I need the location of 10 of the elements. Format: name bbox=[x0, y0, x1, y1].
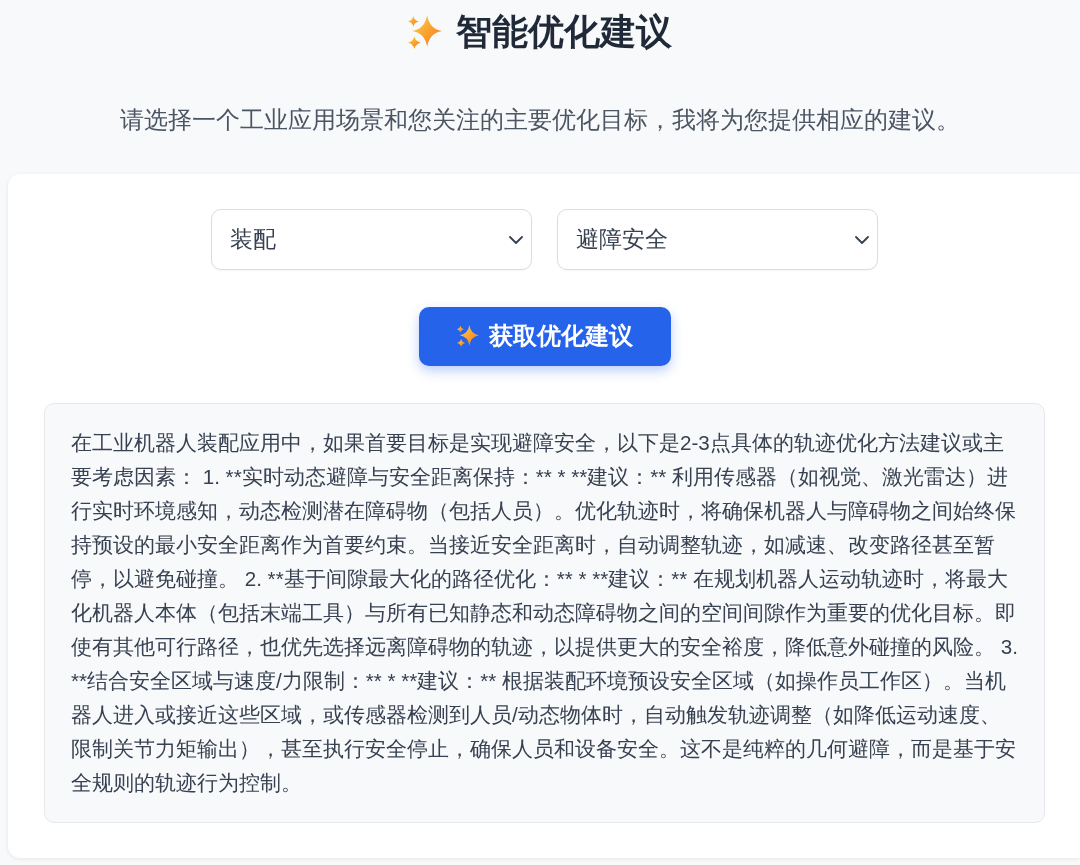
page-subtitle: 请选择一个工业应用场景和您关注的主要优化目标，我将为您提供相应的建议。 bbox=[119, 106, 961, 135]
goal-select[interactable]: 避障安全 bbox=[557, 208, 878, 270]
page-title: 智能优化建议 bbox=[456, 10, 672, 54]
get-suggestions-button[interactable]: 获取优化建议 bbox=[418, 306, 671, 366]
sparkles-icon bbox=[456, 325, 479, 348]
scenario-select[interactable]: 装配 bbox=[211, 208, 532, 270]
chevron-down-icon bbox=[855, 235, 869, 244]
chevron-down-icon bbox=[509, 235, 523, 244]
sparkles-icon bbox=[408, 15, 442, 49]
result-text: 在工业机器人装配应用中，如果首要目标是实现避障安全，以下是2-3点具体的轨迹优化方法建议或主要考虑因素： 1. **实时动态避障与安全距离保持：** * **建议：** 利用传感器（如视觉、激光雷达）进行实时环境感知，动态检测潜在障碍物（包括人员）。优化轨迹时，将确保机器人与障碍物之间始终保持预设的最小安全距离作为首要约束。当接近安全距离时，自动调整轨迹，如减速、改变路径甚至暂停，以避免碰撞。 2. **基于间隙最大化的路径优化：** * **建议：** 在规划机器人运动轨迹时，将最大化机器人本体（包括末端工具）与所有已知静态和动态障碍物之间的空间间隙作为重要的优化目标。即使有其他可行路径，也优先选择远离障碍物的轨迹，以提供更大的安全裕度，降低意外碰撞的风险。 3. **结合安全区域与速度/力限制：** * **建议：** 根据装配环境预设安全区域（如操作员工作区）。当机器人进入或接近这些区域，或传感器检测到人员/动态物体时，自动触发轨迹调整（如降低运动速度、限制关节力矩输出），甚至执行安全停止，确保人员和设备安全。这不是纯粹的几何避障，而是基于安全规则的轨迹行为控制。 bbox=[71, 429, 1018, 796]
